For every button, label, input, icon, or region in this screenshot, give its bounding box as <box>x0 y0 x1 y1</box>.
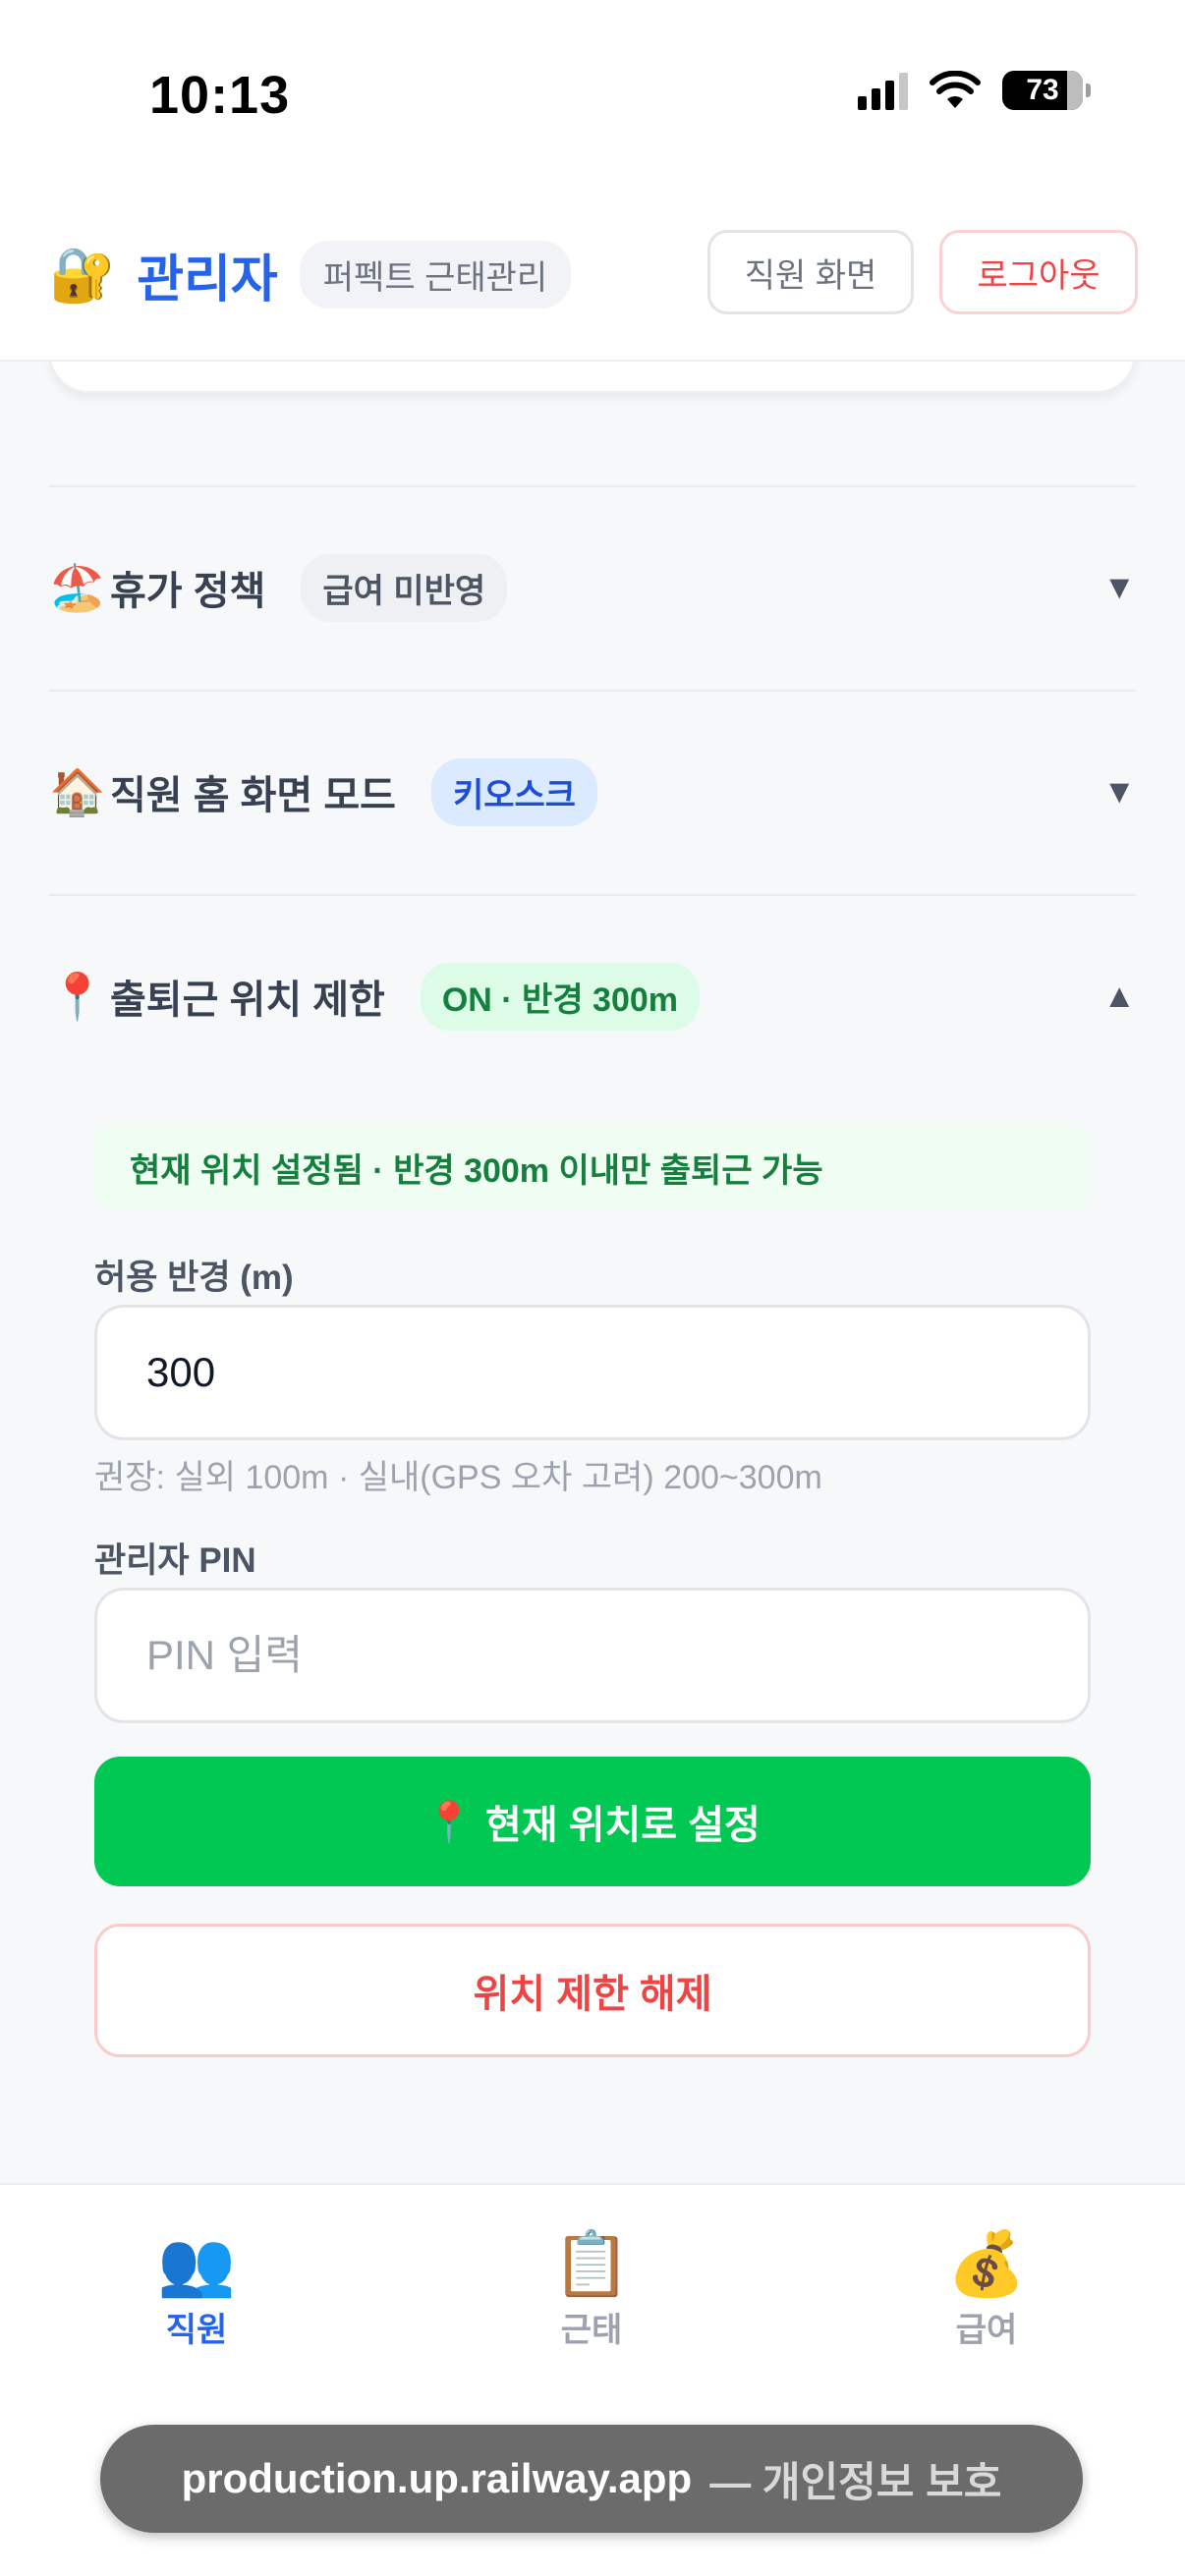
round-pushpin-icon: 📍 <box>49 970 106 1022</box>
radius-label: 허용 반경 (m) <box>94 1259 294 1297</box>
set-current-location-label: 현재 위치로 설정 <box>484 1804 761 1847</box>
divider <box>49 690 1136 692</box>
house-icon: 🏠 <box>49 765 106 817</box>
section-title: 휴가 정책 <box>110 570 266 613</box>
lock-with-key-icon: 🔐 <box>49 245 116 305</box>
nav-label: 직원 <box>165 2312 228 2349</box>
beach-umbrella-icon: 🏖️ <box>49 561 106 613</box>
privacy-label: — 개인정보 보호 <box>709 2458 1002 2505</box>
battery-level: 73 <box>1026 74 1059 106</box>
wifi-icon <box>930 71 981 108</box>
status-badge: 키오스크 <box>430 757 598 826</box>
divider <box>49 894 1136 896</box>
status-badge: 급여 미반영 <box>301 553 508 622</box>
employee-view-button[interactable]: 직원 화면 <box>707 230 914 314</box>
clear-location-restriction-button[interactable]: 위치 제한 해제 <box>94 1924 1091 2057</box>
set-current-location-button[interactable]: 📍 현재 위치로 설정 <box>94 1757 1091 1886</box>
chevron-down-icon[interactable]: ▼ <box>1102 569 1136 607</box>
nav-item-employees[interactable]: 👥 직원 <box>98 2232 295 2351</box>
status-time: 10:13 <box>149 66 291 125</box>
radius-input[interactable] <box>94 1305 1091 1440</box>
status-icons: 73 <box>858 71 1091 110</box>
money-bag-icon: 💰 <box>947 2228 1026 2299</box>
people-icon: 👥 <box>157 2228 236 2299</box>
status-badge: ON · 반경 300m <box>420 962 701 1031</box>
status-bar: 10:13 73 <box>0 0 1185 196</box>
clipboard-icon: 📋 <box>552 2228 631 2299</box>
header-title-group: 🔐 관리자 퍼펙트 근태관리 <box>49 238 572 311</box>
section-location-restriction[interactable]: 📍 출퇴근 위치 제한 ON · 반경 300m ▲ <box>49 957 1136 1036</box>
page-title: 관리자 <box>137 252 278 308</box>
logout-button[interactable]: 로그아웃 <box>939 230 1138 314</box>
chevron-down-icon[interactable]: ▼ <box>1102 773 1136 812</box>
location-status-notice: 현재 위치 설정됨 · 반경 300m 이내만 출퇴근 가능 <box>94 1124 1091 1210</box>
cellular-signal-icon <box>858 71 908 110</box>
section-home-screen-mode[interactable]: 🏠 직원 홈 화면 모드 키오스크 ▼ <box>49 753 1136 831</box>
section-vacation-policy[interactable]: 🏖️ 휴가 정책 급여 미반영 ▼ <box>49 548 1136 627</box>
radius-hint: 권장: 실외 100m · 실내(GPS 오차 고려) 200~300m <box>94 1459 822 1496</box>
pin-label: 관리자 PIN <box>94 1541 256 1580</box>
chevron-up-icon[interactable]: ▲ <box>1102 978 1136 1016</box>
nav-label: 급여 <box>955 2312 1018 2349</box>
divider <box>49 485 1136 487</box>
pin-input[interactable] <box>94 1588 1091 1723</box>
battery-icon: 73 <box>1002 71 1091 110</box>
browser-url-bar[interactable]: production.up.railway.app — 개인정보 보호 <box>100 2425 1083 2533</box>
url-text: production.up.railway.app <box>181 2455 693 2501</box>
admin-header: 🔐 관리자 퍼펙트 근태관리 직원 화면 로그아웃 <box>0 196 1185 362</box>
round-pushpin-icon: 📍 <box>424 1800 474 1844</box>
section-title: 직원 홈 화면 모드 <box>110 774 396 817</box>
nav-item-attendance[interactable]: 📋 근태 <box>493 2232 690 2351</box>
section-title: 출퇴근 위치 제한 <box>110 979 385 1022</box>
nav-item-payroll[interactable]: 💰 급여 <box>888 2232 1085 2351</box>
app-name-badge: 퍼펙트 근태관리 <box>299 241 572 308</box>
nav-label: 근태 <box>560 2312 623 2349</box>
